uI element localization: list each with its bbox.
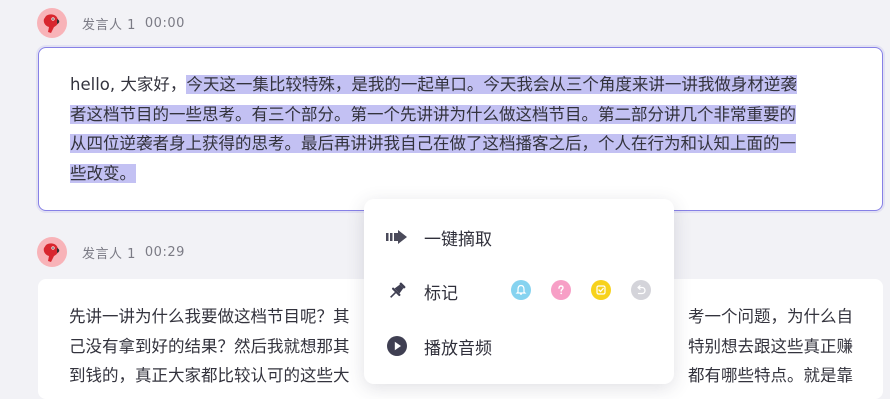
selected-text[interactable]: 些改变。 (70, 163, 136, 183)
question-icon (558, 285, 564, 295)
paragraph-text: 到钱的，真正大家都比较认可的这些大 (69, 366, 350, 385)
timestamp[interactable]: 00:00 (145, 16, 185, 31)
tag-blue-bell[interactable] (511, 280, 531, 300)
tag-yellow-check[interactable] (591, 280, 611, 300)
parrot-icon (43, 14, 60, 34)
transcript-paragraph-active[interactable]: hello, 大家好，今天这一集比较特殊，是我的一起单口。今天我会从三个角度来讲… (38, 47, 883, 211)
segment-header: 发言人 1 00:00 (37, 7, 185, 39)
context-menu: 一键摘取 标记 播放音频 (364, 199, 674, 384)
paragraph-text: 己没有拿到好的结果？然后我就想那其 (69, 336, 350, 356)
parrot-icon (43, 243, 60, 262)
mark-label: 标记 (424, 283, 458, 304)
paragraph-text: 特别想去跟这些真正赚 (688, 336, 853, 356)
extract-label: 一键摘取 (424, 229, 492, 250)
selected-text[interactable]: 今天这一集比较特殊，是我的一起单口。今天我会从三个角度来讲一讲我做身材逆袭 (186, 75, 797, 94)
timestamp[interactable]: 00:29 (145, 245, 185, 260)
play-audio-label: 播放音频 (424, 338, 492, 359)
bell-icon (515, 284, 527, 295)
pin-icon (386, 280, 408, 302)
mark-menu-item[interactable]: 标记 (386, 273, 458, 309)
extract-menu-item[interactable]: 一键摘取 (386, 219, 492, 255)
checklist-icon (596, 285, 606, 295)
paragraph-text: 先讲一讲为什么我要做这档节目呢？其 (69, 307, 350, 326)
extract-icon (386, 226, 408, 248)
selected-text[interactable]: 从四位逆袭者身上获得的思考。最后再讲讲我自己在做了这档播客之后，个人在行为和认知… (70, 134, 796, 153)
undo-icon (637, 285, 646, 295)
speaker-name: 发言人 1 (82, 246, 136, 262)
play-audio-menu-item[interactable]: 播放音频 (386, 328, 492, 364)
tag-gray-undo[interactable] (631, 280, 651, 300)
speaker-name: 发言人 1 (82, 17, 136, 33)
selected-text[interactable]: 者这档节目的一些思考。有三个部分。第一个先讲讲为什么做这档节目。第二部分讲几个非… (70, 104, 796, 124)
paragraph-text: hello, 大家好， (70, 75, 187, 94)
play-icon (386, 335, 408, 357)
paragraph-text: 考一个问题，为什么自 (688, 307, 853, 326)
paragraph-text: 都有哪些特点。就是靠 (688, 366, 853, 385)
segment-header: 发言人 1 00:29 (37, 236, 185, 268)
speaker-avatar (37, 8, 67, 38)
tag-pink-question[interactable] (551, 280, 571, 300)
speaker-avatar (37, 237, 67, 267)
